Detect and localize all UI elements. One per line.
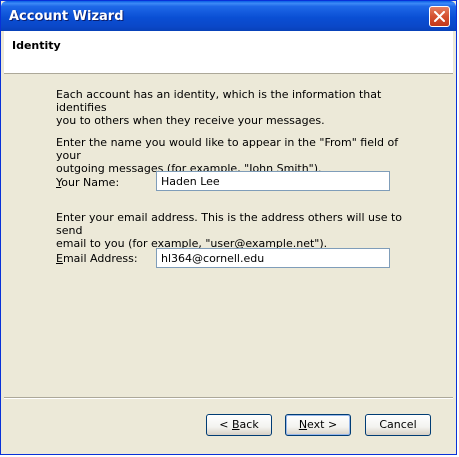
email-prompt: Enter your email address. This is the ad… (56, 211, 403, 250)
your-name-label: Your Name: (56, 176, 119, 189)
next-button[interactable]: Next > (285, 414, 351, 436)
back-button-rest: ack (239, 418, 259, 431)
close-button[interactable] (429, 6, 450, 27)
cancel-button[interactable]: Cancel (365, 414, 431, 436)
email-address-label-rest: mail Address: (62, 252, 138, 265)
page-header: Identity (4, 31, 453, 74)
name-prompt: Enter the name you would like to appear … (56, 136, 399, 175)
button-separator (4, 397, 453, 399)
email-address-input[interactable] (156, 248, 390, 268)
your-name-label-rest: our Name: (61, 176, 120, 189)
title-bar[interactable]: Account Wizard (1, 1, 456, 31)
email-address-label-accel: E (56, 252, 63, 265)
your-name-input[interactable] (156, 171, 390, 191)
window-title: Account Wizard (9, 9, 124, 24)
page-title: Identity (12, 39, 61, 52)
wizard-content: Each account has an identity, which is t… (4, 74, 453, 396)
next-button-rest: ext > (307, 418, 338, 431)
next-button-accel: N (298, 418, 308, 431)
back-button-prefix: < (219, 418, 232, 431)
identity-description: Each account has an identity, which is t… (56, 88, 382, 127)
close-icon (434, 11, 445, 22)
email-address-label: Email Address: (56, 252, 138, 265)
back-button[interactable]: < Back (206, 414, 272, 436)
back-button-accel: B (232, 418, 240, 431)
account-wizard-window: Account Wizard Identity Each account has… (0, 0, 457, 455)
